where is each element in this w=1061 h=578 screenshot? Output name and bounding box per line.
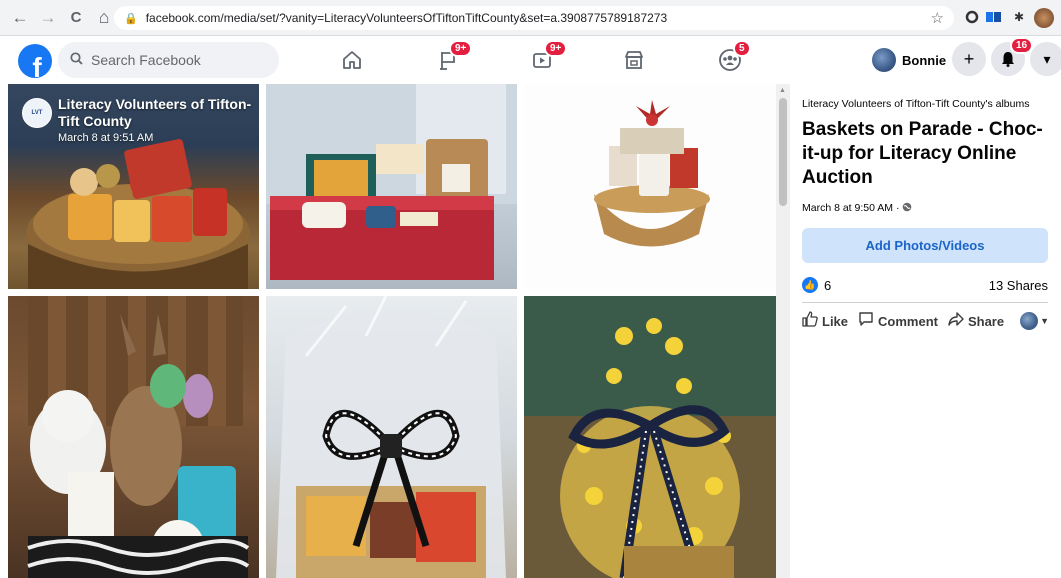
albums-link[interactable]: Literacy Volunteers of Tifton-Tift Count… bbox=[802, 98, 1049, 110]
comment-label: Comment bbox=[878, 313, 938, 329]
album-photo[interactable] bbox=[524, 84, 776, 289]
watch-badge: 9+ bbox=[544, 40, 568, 57]
browser-profile-avatar[interactable] bbox=[1034, 8, 1054, 28]
divider bbox=[802, 302, 1048, 303]
album-title: Baskets on Parade - Choc-it-up for Liter… bbox=[802, 119, 1043, 188]
like-icon bbox=[802, 311, 818, 331]
like-label: Like bbox=[822, 313, 849, 329]
shares-count[interactable]: 13 Shares bbox=[989, 278, 1048, 293]
add-photos-videos-button[interactable]: Add Photos/Videos bbox=[802, 228, 1048, 263]
album-photo[interactable] bbox=[524, 296, 776, 578]
back-icon[interactable]: ← bbox=[8, 6, 32, 30]
reactions-count: 6 bbox=[824, 277, 832, 293]
search-placeholder: Search Facebook bbox=[91, 52, 201, 68]
share-icon bbox=[948, 311, 964, 331]
album-photo-grid: LVT Literacy Volunteers of Tifton-Tift C… bbox=[0, 84, 776, 578]
profile-link[interactable]: Bonnie bbox=[872, 44, 946, 76]
photo-timestamp[interactable]: March 8 at 9:51 AM bbox=[58, 132, 257, 144]
address-bar[interactable]: 🔒 facebook.com/media/set/?vanity=Literac… bbox=[114, 6, 954, 30]
page-name-link[interactable]: Literacy Volunteers of Tifton-Tift Count… bbox=[58, 96, 257, 130]
extension-icon[interactable] bbox=[963, 8, 981, 26]
reload-icon[interactable]: C bbox=[64, 6, 88, 30]
search-input[interactable]: Search Facebook bbox=[58, 42, 279, 78]
lock-icon: 🔒 bbox=[124, 12, 138, 25]
marketplace-icon[interactable] bbox=[620, 46, 648, 74]
search-icon bbox=[70, 52, 83, 68]
scrollbar-thumb[interactable] bbox=[779, 98, 787, 206]
url-text: facebook.com/media/set/?vanity=LiteracyV… bbox=[145, 11, 668, 25]
account-menu-button[interactable]: ▾ bbox=[1030, 42, 1061, 76]
notifications-badge: 16 bbox=[1010, 37, 1034, 54]
extensions-puzzle-icon[interactable]: ✱ bbox=[1010, 8, 1028, 26]
album-photo[interactable] bbox=[8, 296, 259, 578]
home-icon[interactable]: ⌂ bbox=[92, 6, 116, 30]
scrollbar[interactable]: ▲ bbox=[776, 84, 790, 578]
album-photo[interactable] bbox=[266, 84, 517, 289]
browser-toolbar: ← → C ⌂ 🔒 facebook.com/media/set/?vanity… bbox=[0, 0, 1061, 36]
extension-icon[interactable] bbox=[985, 8, 1003, 26]
engagement-stats: 👍 6 13 Shares bbox=[802, 277, 1048, 293]
album-date: March 8 at 9:50 AM · bbox=[802, 202, 1049, 214]
globe-icon bbox=[902, 202, 912, 214]
share-button[interactable]: Share bbox=[948, 311, 1004, 331]
home-icon[interactable] bbox=[338, 46, 366, 74]
forward-icon[interactable]: → bbox=[36, 6, 60, 30]
chevron-down-icon: ▼ bbox=[1040, 316, 1050, 326]
bookmark-star-icon[interactable]: ☆ bbox=[931, 9, 944, 27]
share-label: Share bbox=[967, 313, 1005, 329]
page-logo[interactable]: LVT bbox=[22, 98, 52, 128]
like-button[interactable]: Like bbox=[802, 311, 848, 331]
photo-overlay: LVT Literacy Volunteers of Tifton-Tift C… bbox=[22, 96, 257, 144]
album-date-text[interactable]: March 8 at 9:50 AM · bbox=[802, 202, 902, 214]
album-info-panel: Literacy Volunteers of Tifton-Tift Count… bbox=[790, 84, 1061, 578]
create-button[interactable]: + bbox=[952, 42, 986, 76]
like-reaction-icon: 👍 bbox=[802, 277, 818, 293]
comment-button[interactable]: Comment bbox=[858, 311, 938, 331]
post-actions: Like Comment Share ▼ bbox=[802, 311, 1049, 331]
pages-badge: 9+ bbox=[449, 40, 473, 57]
audience-selector[interactable]: ▼ bbox=[1014, 312, 1049, 330]
comment-icon bbox=[858, 311, 874, 331]
reactions[interactable]: 👍 6 bbox=[802, 277, 831, 293]
profile-name: Bonnie bbox=[902, 52, 947, 68]
groups-badge: 5 bbox=[733, 40, 751, 57]
album-photo[interactable] bbox=[266, 296, 517, 578]
avatar bbox=[1020, 312, 1039, 330]
scroll-up-arrow-icon[interactable]: ▲ bbox=[779, 87, 786, 94]
facebook-logo[interactable]: f bbox=[18, 44, 52, 78]
avatar bbox=[872, 48, 896, 72]
